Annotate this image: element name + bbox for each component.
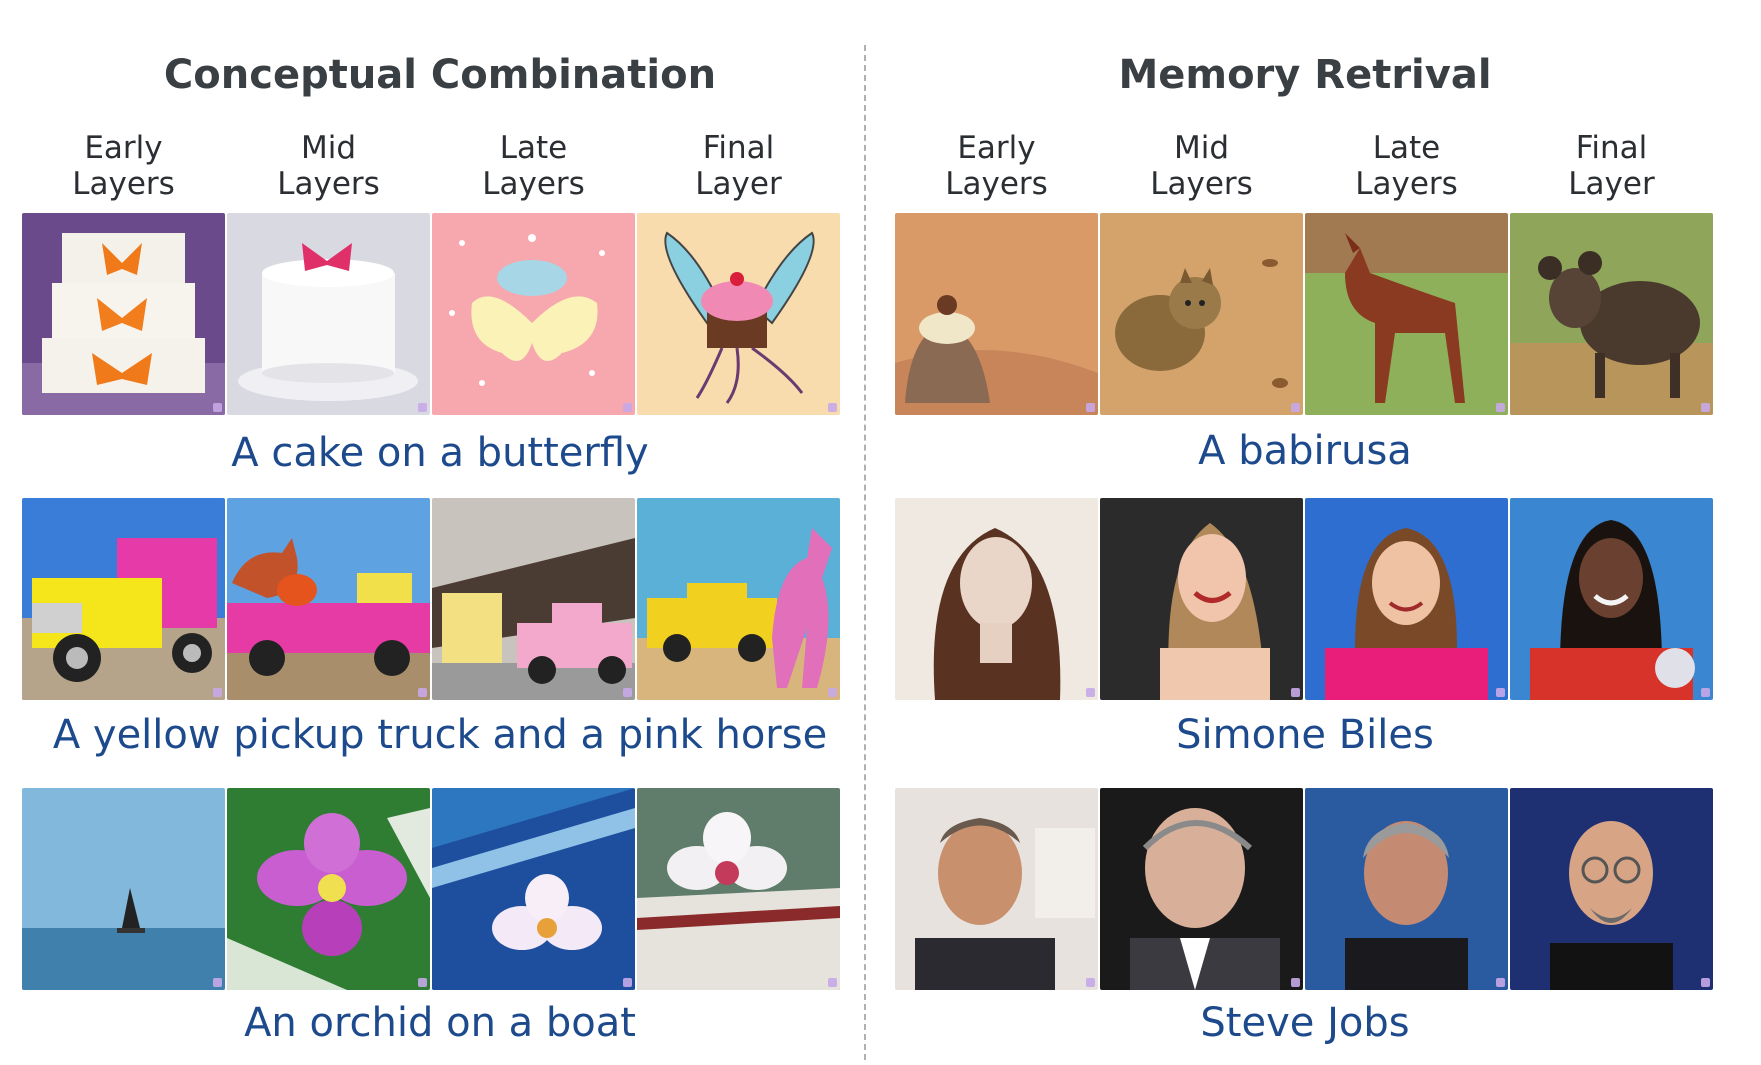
watermark-icon [418,688,427,697]
header-line: Layer [1568,166,1655,202]
watermark-icon [1086,978,1095,987]
row-caption: A cake on a butterfly [231,430,649,476]
image-babirusa-early [895,213,1098,415]
header-line: Layers [945,166,1048,202]
row-caption: A yellow pickup truck and a pink horse [52,712,828,758]
image-biles-early [895,498,1098,700]
watermark-icon [1496,688,1505,697]
image-cake-early [22,213,225,415]
watermark-icon [1701,403,1710,412]
row-caption: Simone Biles [1176,712,1434,758]
watermark-icon [623,688,632,697]
image-cake-mid [227,213,430,415]
watermark-icon [1086,403,1095,412]
watermark-icon [828,978,837,987]
header-line: Layer [695,166,782,202]
image-jobs-mid [1100,788,1303,990]
column-header-mid: Mid Layers [227,130,430,202]
panel-title: Memory Retrival [1118,52,1492,98]
watermark-icon [1701,978,1710,987]
column-header-early: Early Layers [895,130,1098,202]
column-header-final: Final Layer [637,130,840,202]
image-cake-final [637,213,840,415]
row-caption: Steve Jobs [1200,1000,1410,1046]
header-line: Early [957,130,1036,166]
header-line: Layers [1150,166,1253,202]
memory-retrieval-panel: Memory Retrival Early Layers Mid Layers … [870,0,1761,1065]
watermark-icon [418,403,427,412]
column-header-early: Early Layers [22,130,225,202]
image-biles-final [1510,498,1713,700]
watermark-icon [1701,688,1710,697]
image-biles-mid [1100,498,1303,700]
image-orchid-late [432,788,635,990]
watermark-icon [213,403,222,412]
header-line: Late [499,130,568,166]
image-biles-late [1305,498,1508,700]
image-jobs-early [895,788,1098,990]
header-line: Layers [277,166,380,202]
image-jobs-final [1510,788,1713,990]
watermark-icon [623,403,632,412]
column-header-late: Late Layers [1305,130,1508,202]
watermark-icon [1291,978,1300,987]
conceptual-combination-panel: Conceptual Combination Early Layers Mid … [0,0,860,1065]
watermark-icon [828,688,837,697]
image-truck-mid [227,498,430,700]
image-truck-early [22,498,225,700]
image-babirusa-final [1510,213,1713,415]
row-caption: An orchid on a boat [244,1000,636,1046]
image-babirusa-late [1305,213,1508,415]
watermark-icon [213,978,222,987]
header-line: Early [84,130,163,166]
watermark-icon [213,688,222,697]
watermark-icon [1496,403,1505,412]
image-jobs-late [1305,788,1508,990]
column-header-mid: Mid Layers [1100,130,1303,202]
panel-divider [864,45,866,1060]
header-line: Layers [72,166,175,202]
header-line: Final [702,130,775,166]
header-line: Layers [1355,166,1458,202]
image-orchid-mid [227,788,430,990]
header-line: Mid [300,130,357,166]
header-line: Layers [482,166,585,202]
watermark-icon [1291,403,1300,412]
header-line: Mid [1173,130,1230,166]
watermark-icon [828,403,837,412]
watermark-icon [1086,688,1095,697]
image-truck-final [637,498,840,700]
watermark-icon [623,978,632,987]
header-line: Final [1575,130,1648,166]
panel-title: Conceptual Combination [163,52,717,98]
image-truck-late [432,498,635,700]
row-caption: A babirusa [1198,428,1412,474]
watermark-icon [1291,688,1300,697]
column-header-final: Final Layer [1510,130,1713,202]
column-header-late: Late Layers [432,130,635,202]
image-cake-late [432,213,635,415]
watermark-icon [1496,978,1505,987]
image-orchid-early [22,788,225,990]
image-orchid-final [637,788,840,990]
watermark-icon [418,978,427,987]
header-line: Late [1372,130,1441,166]
image-babirusa-mid [1100,213,1303,415]
